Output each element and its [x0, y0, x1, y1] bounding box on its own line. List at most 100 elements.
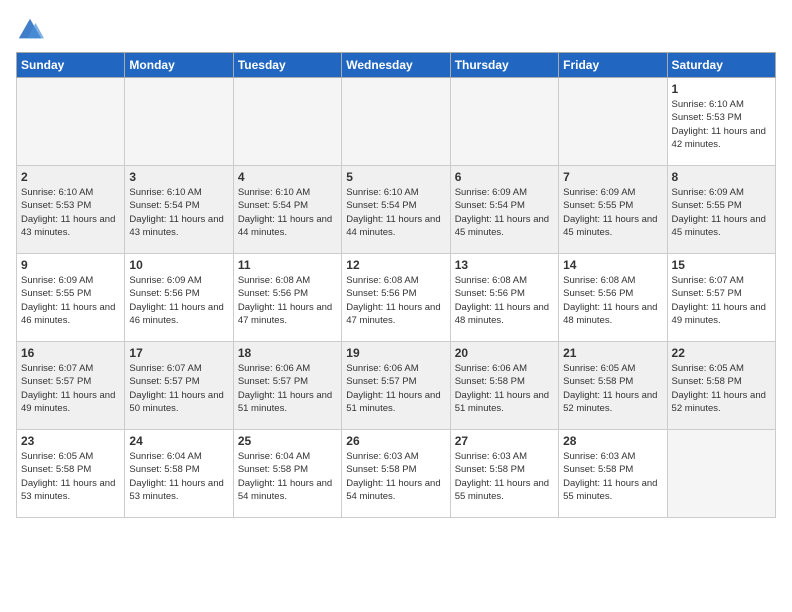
- day-cell: 25 Sunrise: 6:04 AM Sunset: 5:58 PM Dayli…: [233, 430, 341, 518]
- day-cell: 28 Sunrise: 6:03 AM Sunset: 5:58 PM Dayli…: [559, 430, 667, 518]
- day-cell: [233, 78, 341, 166]
- day-cell: 21 Sunrise: 6:05 AM Sunset: 5:58 PM Dayli…: [559, 342, 667, 430]
- day-cell: 8 Sunrise: 6:09 AM Sunset: 5:55 PM Daylig…: [667, 166, 775, 254]
- header-row: SundayMondayTuesdayWednesdayThursdayFrid…: [17, 53, 776, 78]
- day-detail: Sunrise: 6:07 AM Sunset: 5:57 PM Dayligh…: [21, 362, 120, 415]
- day-detail: Sunrise: 6:09 AM Sunset: 5:54 PM Dayligh…: [455, 186, 554, 239]
- day-detail: Sunrise: 6:03 AM Sunset: 5:58 PM Dayligh…: [346, 450, 445, 503]
- day-number: 8: [672, 170, 771, 184]
- day-cell: 5 Sunrise: 6:10 AM Sunset: 5:54 PM Daylig…: [342, 166, 450, 254]
- day-number: 25: [238, 434, 337, 448]
- day-number: 23: [21, 434, 120, 448]
- day-cell: [342, 78, 450, 166]
- day-cell: 20 Sunrise: 6:06 AM Sunset: 5:58 PM Dayli…: [450, 342, 558, 430]
- day-number: 18: [238, 346, 337, 360]
- day-detail: Sunrise: 6:10 AM Sunset: 5:54 PM Dayligh…: [346, 186, 445, 239]
- day-cell: 1 Sunrise: 6:10 AM Sunset: 5:53 PM Daylig…: [667, 78, 775, 166]
- day-detail: Sunrise: 6:06 AM Sunset: 5:57 PM Dayligh…: [238, 362, 337, 415]
- day-detail: Sunrise: 6:10 AM Sunset: 5:53 PM Dayligh…: [672, 98, 771, 151]
- day-number: 28: [563, 434, 662, 448]
- day-detail: Sunrise: 6:09 AM Sunset: 5:56 PM Dayligh…: [129, 274, 228, 327]
- column-header-sunday: Sunday: [17, 53, 125, 78]
- day-detail: Sunrise: 6:09 AM Sunset: 5:55 PM Dayligh…: [672, 186, 771, 239]
- day-number: 9: [21, 258, 120, 272]
- day-cell: 6 Sunrise: 6:09 AM Sunset: 5:54 PM Daylig…: [450, 166, 558, 254]
- day-number: 10: [129, 258, 228, 272]
- day-detail: Sunrise: 6:08 AM Sunset: 5:56 PM Dayligh…: [346, 274, 445, 327]
- day-cell: 18 Sunrise: 6:06 AM Sunset: 5:57 PM Dayli…: [233, 342, 341, 430]
- day-number: 2: [21, 170, 120, 184]
- day-detail: Sunrise: 6:06 AM Sunset: 5:58 PM Dayligh…: [455, 362, 554, 415]
- column-header-tuesday: Tuesday: [233, 53, 341, 78]
- day-cell: 22 Sunrise: 6:05 AM Sunset: 5:58 PM Dayli…: [667, 342, 775, 430]
- day-cell: [450, 78, 558, 166]
- day-detail: Sunrise: 6:06 AM Sunset: 5:57 PM Dayligh…: [346, 362, 445, 415]
- day-detail: Sunrise: 6:05 AM Sunset: 5:58 PM Dayligh…: [563, 362, 662, 415]
- calendar-table: SundayMondayTuesdayWednesdayThursdayFrid…: [16, 52, 776, 518]
- week-row-2: 2 Sunrise: 6:10 AM Sunset: 5:53 PM Daylig…: [17, 166, 776, 254]
- day-number: 17: [129, 346, 228, 360]
- day-number: 4: [238, 170, 337, 184]
- day-cell: 14 Sunrise: 6:08 AM Sunset: 5:56 PM Dayli…: [559, 254, 667, 342]
- day-cell: 17 Sunrise: 6:07 AM Sunset: 5:57 PM Dayli…: [125, 342, 233, 430]
- day-number: 5: [346, 170, 445, 184]
- day-number: 20: [455, 346, 554, 360]
- logo-icon: [16, 16, 44, 44]
- day-cell: 15Sunrise: 6:07 AM Sunset: 5:57 PM Dayli…: [667, 254, 775, 342]
- day-cell: 23 Sunrise: 6:05 AM Sunset: 5:58 PM Dayli…: [17, 430, 125, 518]
- day-number: 26: [346, 434, 445, 448]
- column-header-thursday: Thursday: [450, 53, 558, 78]
- day-cell: [125, 78, 233, 166]
- day-detail: Sunrise: 6:10 AM Sunset: 5:54 PM Dayligh…: [129, 186, 228, 239]
- day-detail: Sunrise: 6:09 AM Sunset: 5:55 PM Dayligh…: [563, 186, 662, 239]
- day-number: 24: [129, 434, 228, 448]
- logo: [16, 16, 48, 44]
- day-number: 19: [346, 346, 445, 360]
- day-cell: 2 Sunrise: 6:10 AM Sunset: 5:53 PM Daylig…: [17, 166, 125, 254]
- day-number: 3: [129, 170, 228, 184]
- day-cell: 3 Sunrise: 6:10 AM Sunset: 5:54 PM Daylig…: [125, 166, 233, 254]
- week-row-4: 16 Sunrise: 6:07 AM Sunset: 5:57 PM Dayli…: [17, 342, 776, 430]
- day-cell: 16 Sunrise: 6:07 AM Sunset: 5:57 PM Dayli…: [17, 342, 125, 430]
- column-header-wednesday: Wednesday: [342, 53, 450, 78]
- day-detail: Sunrise: 6:10 AM Sunset: 5:54 PM Dayligh…: [238, 186, 337, 239]
- day-number: 21: [563, 346, 662, 360]
- page-header: [16, 16, 776, 44]
- day-detail: Sunrise: 6:08 AM Sunset: 5:56 PM Dayligh…: [563, 274, 662, 327]
- day-number: 11: [238, 258, 337, 272]
- column-header-friday: Friday: [559, 53, 667, 78]
- day-detail: Sunrise: 6:08 AM Sunset: 5:56 PM Dayligh…: [238, 274, 337, 327]
- day-number: 6: [455, 170, 554, 184]
- day-number: 7: [563, 170, 662, 184]
- day-cell: 19 Sunrise: 6:06 AM Sunset: 5:57 PM Dayli…: [342, 342, 450, 430]
- day-detail: Sunrise: 6:05 AM Sunset: 5:58 PM Dayligh…: [672, 362, 771, 415]
- day-number: 12: [346, 258, 445, 272]
- day-cell: [667, 430, 775, 518]
- day-number: 14: [563, 258, 662, 272]
- day-cell: [17, 78, 125, 166]
- day-detail: Sunrise: 6:08 AM Sunset: 5:56 PM Dayligh…: [455, 274, 554, 327]
- day-cell: [559, 78, 667, 166]
- day-number: 1: [672, 82, 771, 96]
- day-detail: Sunrise: 6:05 AM Sunset: 5:58 PM Dayligh…: [21, 450, 120, 503]
- week-row-5: 23 Sunrise: 6:05 AM Sunset: 5:58 PM Dayli…: [17, 430, 776, 518]
- day-detail: Sunrise: 6:03 AM Sunset: 5:58 PM Dayligh…: [563, 450, 662, 503]
- day-cell: 26 Sunrise: 6:03 AM Sunset: 5:58 PM Dayli…: [342, 430, 450, 518]
- day-detail: Sunrise: 6:04 AM Sunset: 5:58 PM Dayligh…: [129, 450, 228, 503]
- day-cell: 4 Sunrise: 6:10 AM Sunset: 5:54 PM Daylig…: [233, 166, 341, 254]
- day-number: 22: [672, 346, 771, 360]
- day-cell: 7 Sunrise: 6:09 AM Sunset: 5:55 PM Daylig…: [559, 166, 667, 254]
- day-number: 16: [21, 346, 120, 360]
- day-cell: 13 Sunrise: 6:08 AM Sunset: 5:56 PM Dayli…: [450, 254, 558, 342]
- column-header-monday: Monday: [125, 53, 233, 78]
- day-detail: Sunrise: 6:09 AM Sunset: 5:55 PM Dayligh…: [21, 274, 120, 327]
- day-detail: Sunrise: 6:04 AM Sunset: 5:58 PM Dayligh…: [238, 450, 337, 503]
- week-row-3: 9 Sunrise: 6:09 AM Sunset: 5:55 PM Daylig…: [17, 254, 776, 342]
- day-detail: Sunrise: 6:10 AM Sunset: 5:53 PM Dayligh…: [21, 186, 120, 239]
- day-cell: 12 Sunrise: 6:08 AM Sunset: 5:56 PM Dayli…: [342, 254, 450, 342]
- day-cell: 24 Sunrise: 6:04 AM Sunset: 5:58 PM Dayli…: [125, 430, 233, 518]
- column-header-saturday: Saturday: [667, 53, 775, 78]
- day-cell: 10 Sunrise: 6:09 AM Sunset: 5:56 PM Dayli…: [125, 254, 233, 342]
- day-number: 13: [455, 258, 554, 272]
- day-detail: Sunrise: 6:07 AM Sunset: 5:57 PM Dayligh…: [129, 362, 228, 415]
